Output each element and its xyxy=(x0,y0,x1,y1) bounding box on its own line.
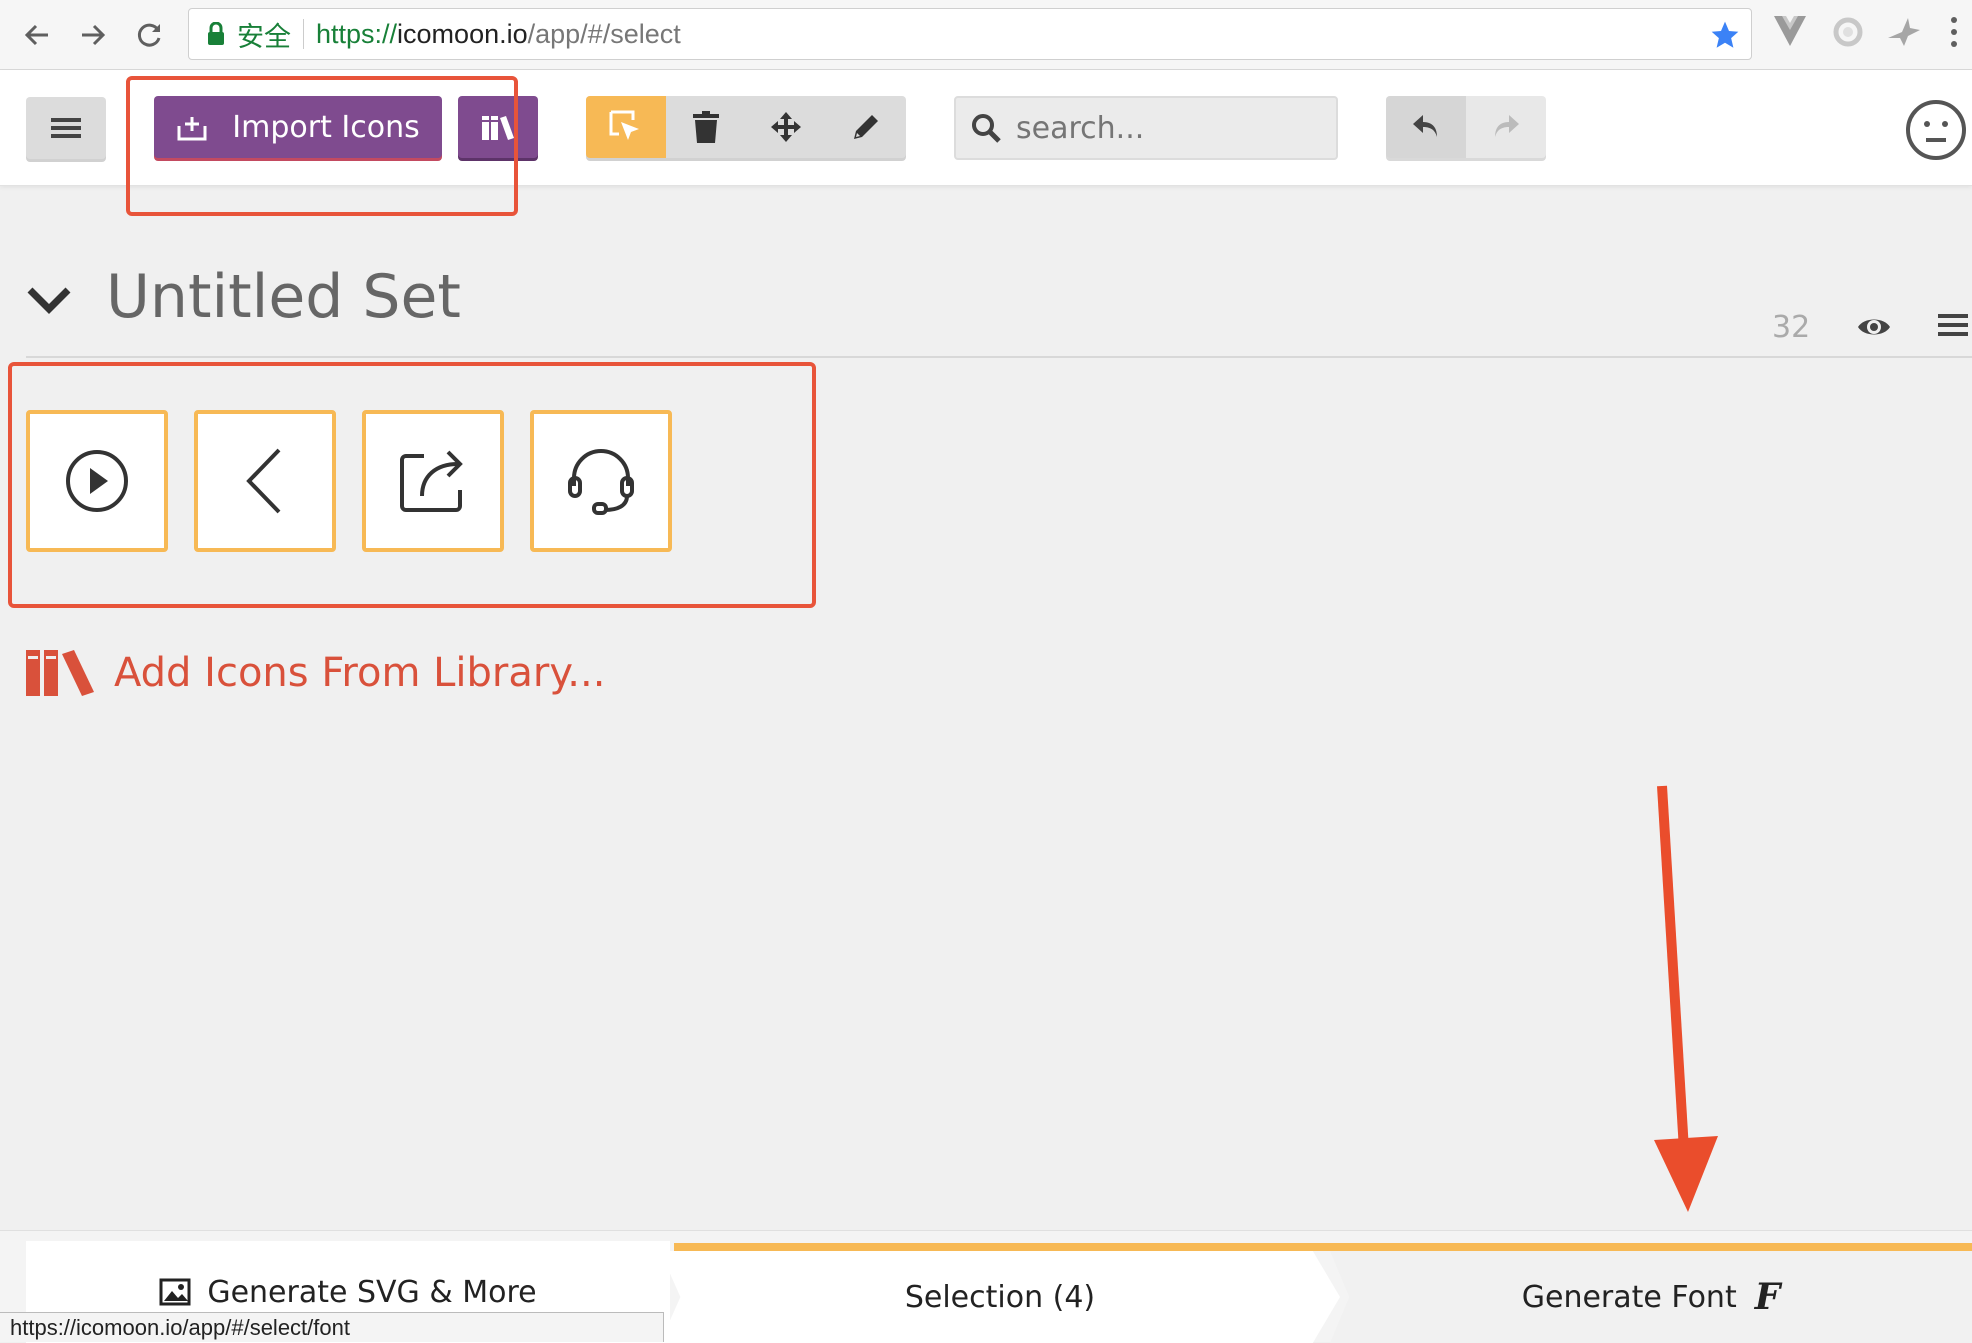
arrow-right-icon xyxy=(82,24,106,46)
extension-swirl-icon[interactable] xyxy=(1830,14,1866,50)
redo-icon xyxy=(1495,115,1519,137)
generate-svg-label: Generate SVG & More xyxy=(207,1274,537,1310)
search-icon xyxy=(972,114,1001,143)
search-input[interactable] xyxy=(1016,110,1316,146)
set-menu-icon[interactable] xyxy=(1938,312,1968,338)
user-face-icon[interactable] xyxy=(1904,98,1968,162)
generate-font-tab[interactable]: Generate Font F xyxy=(1330,1251,1972,1343)
selection-label: Selection (4) xyxy=(904,1279,1096,1315)
eye-icon[interactable] xyxy=(1856,312,1892,342)
url-scheme: https:// xyxy=(316,18,398,49)
select-cursor-icon xyxy=(609,110,639,140)
set-divider xyxy=(26,356,1972,358)
reload-icon xyxy=(137,23,161,47)
main-menu-button[interactable] xyxy=(26,97,106,159)
tool-mode-group xyxy=(586,96,906,158)
font-icon: F xyxy=(1754,1276,1781,1318)
generate-font-label: Generate Font xyxy=(1521,1279,1737,1315)
lock-icon xyxy=(208,22,224,45)
library-books-icon xyxy=(26,650,94,696)
undo-icon xyxy=(1413,115,1437,137)
undo-redo-group xyxy=(1386,96,1546,158)
icon-count: 32 xyxy=(1772,310,1811,345)
pencil-icon xyxy=(854,115,878,139)
browser-toolbar: 安全 https:// icomoon.io /app/#/select xyxy=(0,0,1972,70)
annotation-arrow-icon xyxy=(1654,785,1718,1212)
delete-tool-button[interactable] xyxy=(666,96,746,158)
selection-progress-bar xyxy=(674,1243,1972,1251)
select-tool-button[interactable] xyxy=(586,96,666,158)
forward-button[interactable] xyxy=(70,12,116,58)
url-host: icomoon.io xyxy=(397,18,528,49)
move-tool-button[interactable] xyxy=(746,96,826,158)
address-bar[interactable]: 安全 https:// icomoon.io /app/#/select xyxy=(188,8,1752,60)
edit-tool-button[interactable] xyxy=(826,96,906,158)
reload-button[interactable] xyxy=(126,12,172,58)
secure-label: 安全 xyxy=(237,21,291,52)
chevron-down-icon[interactable] xyxy=(26,276,72,322)
annotation-box-glyphs xyxy=(8,362,816,608)
back-button[interactable] xyxy=(14,12,60,58)
add-library-label: Add Icons From Library... xyxy=(114,650,606,696)
trash-icon xyxy=(693,111,719,143)
search-box[interactable] xyxy=(954,96,1338,160)
bookmark-star-icon[interactable] xyxy=(1709,19,1741,51)
arrow-left-icon xyxy=(24,24,48,46)
address-separator xyxy=(303,19,304,49)
selection-tab[interactable]: Selection (4) xyxy=(660,1251,1340,1343)
undo-button[interactable] xyxy=(1386,96,1466,158)
url-path: /app/#/select xyxy=(527,18,681,49)
vue-devtools-icon[interactable] xyxy=(1772,14,1808,48)
extension-bird-icon[interactable] xyxy=(1886,14,1922,50)
annotation-box-import xyxy=(126,76,518,216)
hamburger-icon xyxy=(51,118,81,138)
more-vert-icon[interactable] xyxy=(1948,14,1960,50)
redo-button[interactable] xyxy=(1466,96,1546,158)
move-arrows-icon xyxy=(771,112,801,142)
image-icon xyxy=(159,1278,191,1306)
add-icons-from-library-link[interactable]: Add Icons From Library... xyxy=(26,648,605,698)
status-bar-url: https://icomoon.io/app/#/select/font xyxy=(0,1312,664,1342)
set-title[interactable]: Untitled Set xyxy=(106,262,461,332)
